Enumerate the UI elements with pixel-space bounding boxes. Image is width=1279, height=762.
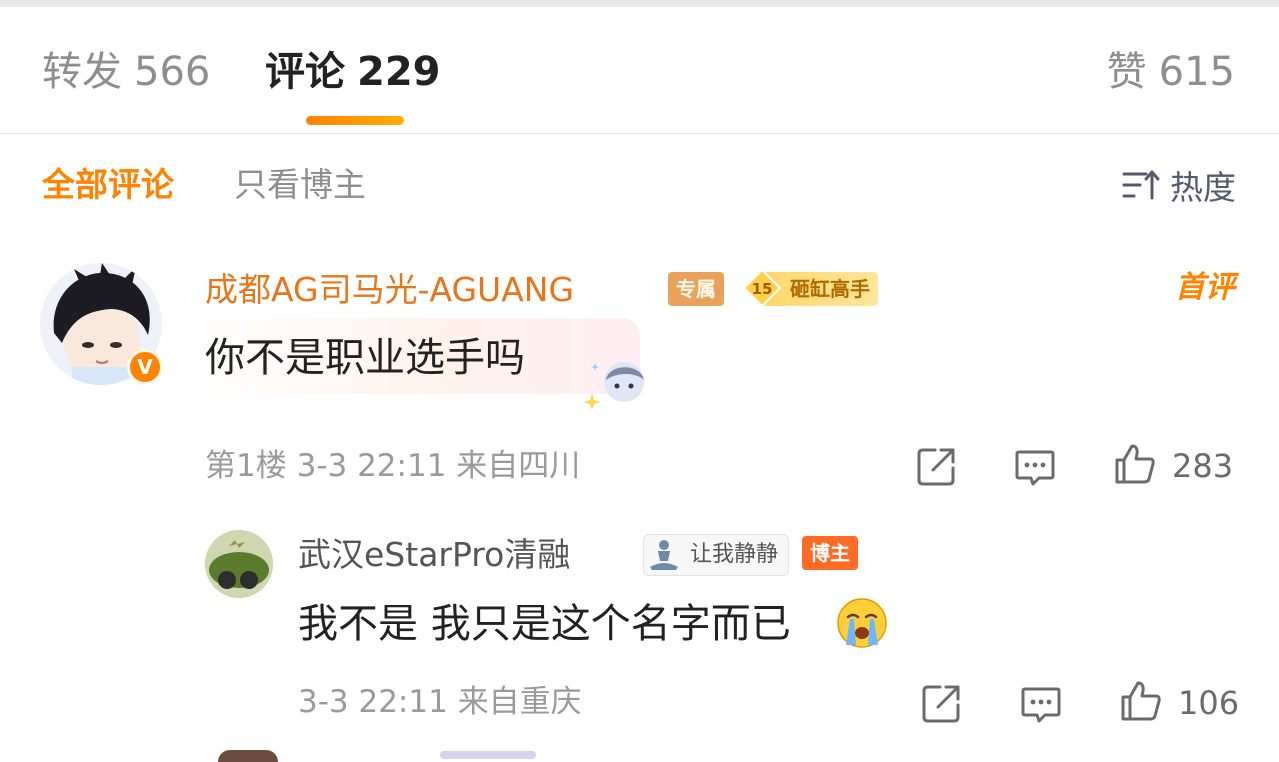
floor-label: 第1楼 bbox=[205, 448, 287, 484]
like-icon[interactable] bbox=[1113, 442, 1157, 486]
next-comment-badge-edge bbox=[440, 751, 536, 759]
like-count: 106 bbox=[1178, 684, 1240, 722]
comment-icon[interactable] bbox=[1013, 444, 1057, 488]
like-count: 283 bbox=[1172, 447, 1234, 485]
location: 来自四川 bbox=[456, 448, 581, 484]
comment-text[interactable]: 你不是职业选手吗 bbox=[205, 332, 525, 384]
tab-like[interactable]: 赞 615 bbox=[1107, 44, 1235, 100]
comment-username[interactable]: 成都AG司马光-AGUANG bbox=[205, 268, 574, 312]
reply-location: 来自重庆 bbox=[457, 684, 582, 720]
reply-meta: 3-3 22:11 来自重庆 bbox=[298, 680, 582, 724]
comment-meta: 第1楼 3-3 22:11 来自四川 bbox=[205, 444, 580, 488]
reply-text[interactable]: 我不是 我只是这个名字而已 bbox=[298, 598, 791, 650]
reply-avatar-illustration bbox=[205, 530, 273, 598]
comment-icon[interactable] bbox=[1019, 681, 1063, 725]
crying-emoji-icon bbox=[837, 598, 887, 648]
next-comment-avatar-edge bbox=[218, 750, 278, 762]
tab-comment[interactable]: 评论 229 bbox=[265, 44, 441, 100]
filter-all-comments[interactable]: 全部评论 bbox=[42, 163, 174, 207]
sort-button[interactable]: 热度 bbox=[1122, 163, 1236, 207]
tab-repost[interactable]: 转发 566 bbox=[42, 44, 210, 100]
meditate-icon bbox=[650, 540, 678, 570]
fan-level-title: 砸缸高手 bbox=[790, 277, 870, 301]
reply-username[interactable]: 武汉eStarPro清融 bbox=[298, 533, 570, 577]
tab-divider bbox=[0, 133, 1279, 134]
share-icon[interactable] bbox=[915, 444, 959, 488]
reply-timestamp: 3-3 22:11 bbox=[298, 684, 448, 720]
fan-level-number: 15 bbox=[752, 280, 773, 298]
tab-repost-count: 566 bbox=[134, 49, 211, 95]
top-edge bbox=[0, 0, 1279, 7]
tab-repost-label: 转发 bbox=[42, 49, 122, 95]
bubble-sticker-icon bbox=[584, 362, 644, 410]
mood-label: 让我静静 bbox=[690, 542, 779, 567]
like-icon[interactable] bbox=[1119, 679, 1163, 723]
sort-label: 热度 bbox=[1170, 168, 1236, 207]
first-comment-tag: 首评 bbox=[1175, 270, 1235, 305]
blogger-badge: 博主 bbox=[802, 536, 858, 570]
tab-comment-label: 评论 bbox=[265, 49, 345, 95]
exclusive-badge[interactable]: 专属 bbox=[668, 272, 724, 306]
timestamp: 3-3 22:11 bbox=[296, 448, 447, 484]
tab-like-label: 赞 bbox=[1106, 49, 1147, 95]
sort-icon bbox=[1122, 170, 1160, 200]
tab-comment-count: 229 bbox=[357, 49, 441, 95]
filter-blogger-only[interactable]: 只看博主 bbox=[234, 163, 366, 207]
verified-icon: V bbox=[127, 349, 163, 385]
tab-like-count: 615 bbox=[1158, 49, 1235, 95]
reply-avatar[interactable] bbox=[205, 530, 273, 598]
share-icon[interactable] bbox=[920, 681, 964, 725]
active-tab-indicator bbox=[306, 116, 404, 125]
level-diamond-icon: 15 bbox=[742, 268, 782, 308]
